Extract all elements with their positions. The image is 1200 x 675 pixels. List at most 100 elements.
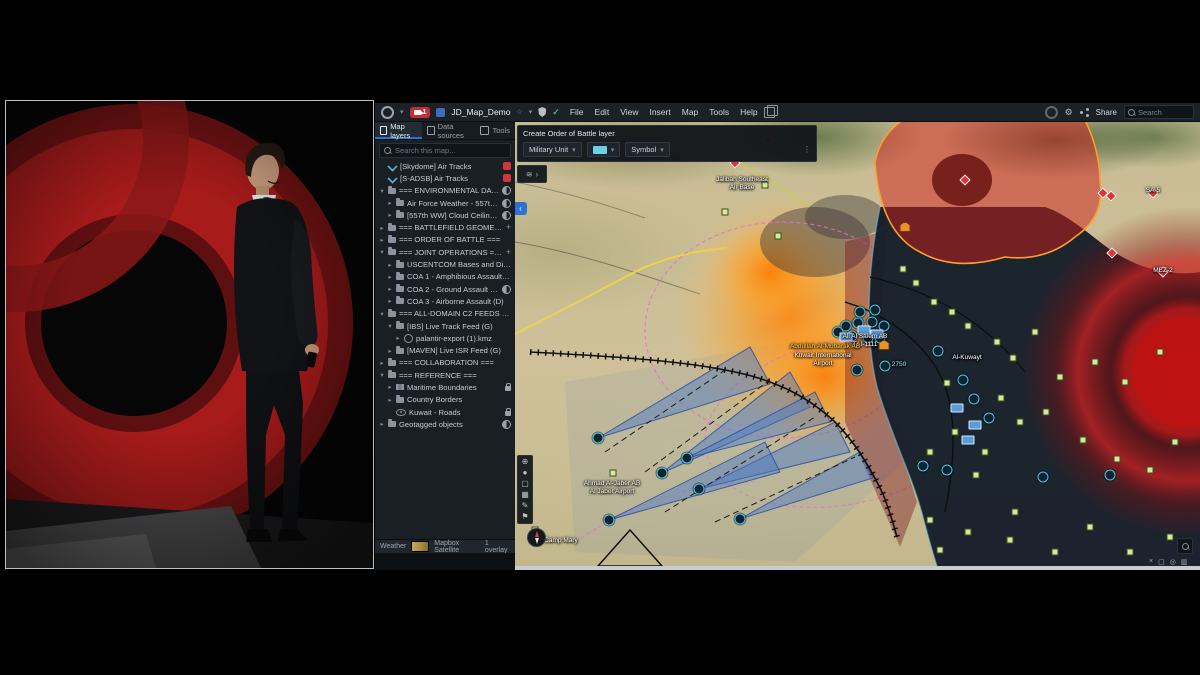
alert-badge[interactable] [503,174,511,182]
caret-icon[interactable]: ▾ [379,187,385,195]
share-node-icon[interactable] [1080,108,1089,117]
menu-tools[interactable]: Tools [709,107,729,117]
opacity-icon[interactable] [502,420,511,429]
rect-select-icon[interactable]: ▢ [521,480,529,488]
layer-row[interactable]: ▾ === ALL-DOMAIN C2 FEEDS === [375,308,515,320]
panel-collapse-button[interactable]: ‹ [515,202,527,215]
caret-icon[interactable]: ▸ [395,334,401,342]
layer-row[interactable]: ▸COA 3 - Airborne Assault (D) [375,295,515,307]
layer-label: === ALL-DOMAIN C2 FEEDS === [399,309,511,318]
add-icon[interactable]: + [506,223,511,232]
caret-icon[interactable]: ▾ [379,248,385,256]
layer-row[interactable]: ▸palantir-export (1).kmz [375,332,515,344]
menu-map[interactable]: Map [682,107,699,117]
caret-icon[interactable]: ▸ [379,236,385,244]
caret-icon[interactable]: ▸ [379,359,385,367]
caret-icon[interactable]: ▸ [387,347,393,355]
document-title[interactable]: JD_Map_Demo [451,107,510,117]
basemap-name[interactable]: Mapbox Satellite [434,540,480,554]
draw-icon[interactable]: ✎ [522,502,529,510]
layer-row[interactable]: ▸COA 1 - Amphibious Assault (D) [375,271,515,283]
layer-row[interactable]: ▸[MAVEN] Live ISR Feed (G) [375,344,515,356]
opacity-icon[interactable] [502,199,511,208]
menu-help[interactable]: Help [740,107,757,117]
menu-edit[interactable]: Edit [595,107,610,117]
caret-icon[interactable]: ▾ [387,322,393,330]
global-search[interactable]: Search [1124,105,1194,119]
menu-insert[interactable]: Insert [649,107,670,117]
compass-control[interactable] [527,528,546,547]
logo-caret-icon[interactable]: ▾ [400,108,404,116]
caret-icon[interactable]: ▸ [379,224,385,232]
color-dropdown[interactable]: ▾ [587,142,621,157]
share-button[interactable]: Share [1096,108,1117,117]
weather-label[interactable]: Weather [380,543,406,550]
layer-row[interactable]: ▾=== JOINT OPERATIONS ===+ [375,246,515,258]
caret-icon[interactable]: ▸ [387,285,393,293]
app-logo-icon[interactable] [381,106,394,119]
opacity-icon[interactable] [502,186,511,195]
gear-icon[interactable]: ⚙ [1065,108,1073,117]
layer-row[interactable]: [Skydome] Air Tracks [375,160,515,172]
layer-row[interactable]: ▸Air Force Weather - 557th WW [375,197,515,209]
caret-icon[interactable]: ▾ [379,310,385,318]
layer-row[interactable]: ▾=== REFERENCE === [375,369,515,381]
caret-icon[interactable]: ▸ [387,396,393,404]
lock-icon[interactable] [505,386,511,391]
map-canvas[interactable]: Juwairi Highway StripJalibah Southeast A… [515,122,1200,566]
layer-row[interactable]: ▸USCENTCOM Bases and Disposition [375,258,515,270]
menu-view[interactable]: View [620,107,638,117]
frame-icon[interactable]: ▢ [1158,558,1165,566]
pin-icon[interactable]: ● [523,469,528,477]
zoom-button[interactable] [1177,538,1193,554]
layer-row[interactable]: ▾=== ENVIRONMENTAL DATA === [375,185,515,197]
caret-icon[interactable]: ▸ [387,273,393,281]
layer-row[interactable]: ▸COA 2 - Ground Assault (D) [375,283,515,295]
layer-row[interactable]: ▸=== ORDER OF BATTLE === [375,234,515,246]
pages-icon[interactable] [764,107,775,118]
caret-icon[interactable]: ▸ [387,199,393,207]
basemap-thumbnail[interactable] [411,541,429,552]
tab-data-sources[interactable]: Data sources [422,122,475,139]
layer-row[interactable]: ▸Maritime Boundaries [375,381,515,393]
caret-icon[interactable]: ▸ [387,261,393,269]
map-search-input[interactable]: Search this map... [379,143,511,158]
measure-icon[interactable]: ⚑ [521,513,528,521]
caret-icon[interactable]: ▸ [387,383,393,391]
unit-type-dropdown[interactable]: Military Unit ▾ [523,142,582,157]
tab-tools[interactable]: Tools [475,122,515,139]
caret-icon[interactable]: ▸ [387,297,393,305]
layer-row[interactable]: ▾[IBS] Live Track Feed (G) [375,320,515,332]
tab-map-layers[interactable]: Map layers [375,122,422,139]
layer-row[interactable]: ▸=== COLLABORATION === [375,357,515,369]
layer-row[interactable]: Kuwait - Roads [375,406,515,418]
alert-badge[interactable] [503,162,511,170]
layer-row[interactable]: ▸Country Borders [375,394,515,406]
caret-icon[interactable]: ▸ [379,420,385,428]
layer-row[interactable]: ▸[557th WW] Cloud Ceiling Height (A) [375,209,515,221]
crosshair-icon[interactable]: ⊕ [522,458,529,466]
target-icon[interactable]: ◎ [1170,558,1176,566]
presence-icon[interactable] [1045,106,1058,119]
layers-quick-toggle[interactable]: ≋ › [517,165,547,183]
caret-icon[interactable]: ▾ [379,371,385,379]
title-caret-icon[interactable]: ▾ [529,108,533,116]
road-line [515,182,645,218]
kebab-menu-icon[interactable]: ⋮ [803,145,811,154]
menu-file[interactable]: File [570,107,584,117]
layer-row[interactable]: [S-ADSB] Air Tracks [375,172,515,184]
symbol-dropdown[interactable]: Symbol ▾ [625,142,670,157]
layer-row[interactable]: ▸=== BATTLEFIELD GEOMETRY ===+ [375,221,515,233]
title-star-icon[interactable]: ☆ [516,108,522,116]
opacity-icon[interactable] [502,211,511,220]
recording-badge[interactable]: 1 [410,107,431,118]
opacity-icon[interactable] [502,285,511,294]
basemap-footer[interactable]: Weather Mapbox Satellite 1 overlay [375,539,515,553]
layers-icon[interactable]: ▥ [1181,558,1188,566]
grid-icon[interactable]: ▦ [521,491,529,499]
lock-icon[interactable] [505,411,511,416]
add-icon[interactable]: + [506,248,511,257]
caret-icon[interactable]: ▸ [387,211,393,219]
layer-row[interactable]: ▸Geotagged objects [375,418,515,430]
close-icon[interactable]: × [1149,558,1153,566]
